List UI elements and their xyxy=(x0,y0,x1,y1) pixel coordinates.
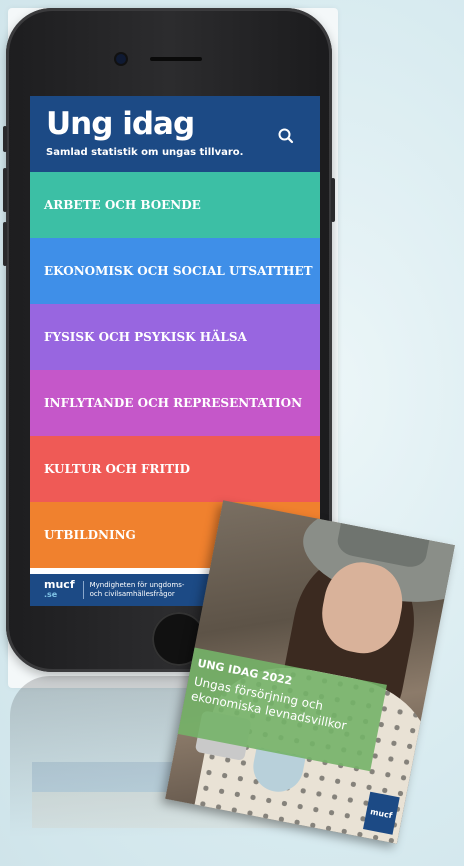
category-menu: ARBETE OCH BOENDE EKONOMISK OCH SOCIAL U… xyxy=(30,172,320,568)
menu-item-label: UTBILDNING xyxy=(44,528,136,542)
mute-switch xyxy=(3,126,7,152)
app-header: Ung idag Samlad statistik om ungas tillv… xyxy=(30,96,320,172)
agency-name-line1: Myndigheten för ungdoms- xyxy=(89,581,185,589)
power-button xyxy=(331,178,335,222)
brand-tagline: Samlad statistik om ungas tillvaro. xyxy=(46,147,244,158)
menu-item-label: INFLYTANDE OCH REPRESENTATION xyxy=(44,396,303,410)
agency-name: Myndigheten för ungdoms- och civilsamhäl… xyxy=(82,581,185,599)
menu-item-ekonomisk-och-social-utsatthet[interactable]: EKONOMISK OCH SOCIAL UTSATTHET xyxy=(30,238,320,304)
search-icon[interactable] xyxy=(276,126,296,146)
menu-item-label: ARBETE OCH BOENDE xyxy=(44,198,201,212)
volume-down-button xyxy=(3,222,7,266)
earpiece-speaker xyxy=(150,57,202,61)
brand-title[interactable]: Ung idag xyxy=(46,106,195,142)
menu-item-fysisk-och-psykisk-halsa[interactable]: FYSISK OCH PSYKISK HÄLSA xyxy=(30,304,320,370)
menu-item-label: FYSISK OCH PSYKISK HÄLSA xyxy=(44,330,247,344)
menu-item-label: KULTUR OCH FRITID xyxy=(44,462,191,476)
front-camera xyxy=(116,54,126,64)
mucf-logo[interactable]: mucf .se xyxy=(44,579,75,600)
menu-item-kultur-och-fritid[interactable]: KULTUR OCH FRITID xyxy=(30,436,320,502)
agency-name-line2: och civilsamhällesfrågor xyxy=(89,590,175,598)
menu-item-arbete-och-boende[interactable]: ARBETE OCH BOENDE xyxy=(30,172,320,238)
menu-item-label: EKONOMISK OCH SOCIAL UTSATTHET xyxy=(44,264,313,278)
logo-domain: .se xyxy=(44,590,58,599)
volume-up-button xyxy=(3,168,7,212)
menu-item-inflytande-och-representation[interactable]: INFLYTANDE OCH REPRESENTATION xyxy=(30,370,320,436)
